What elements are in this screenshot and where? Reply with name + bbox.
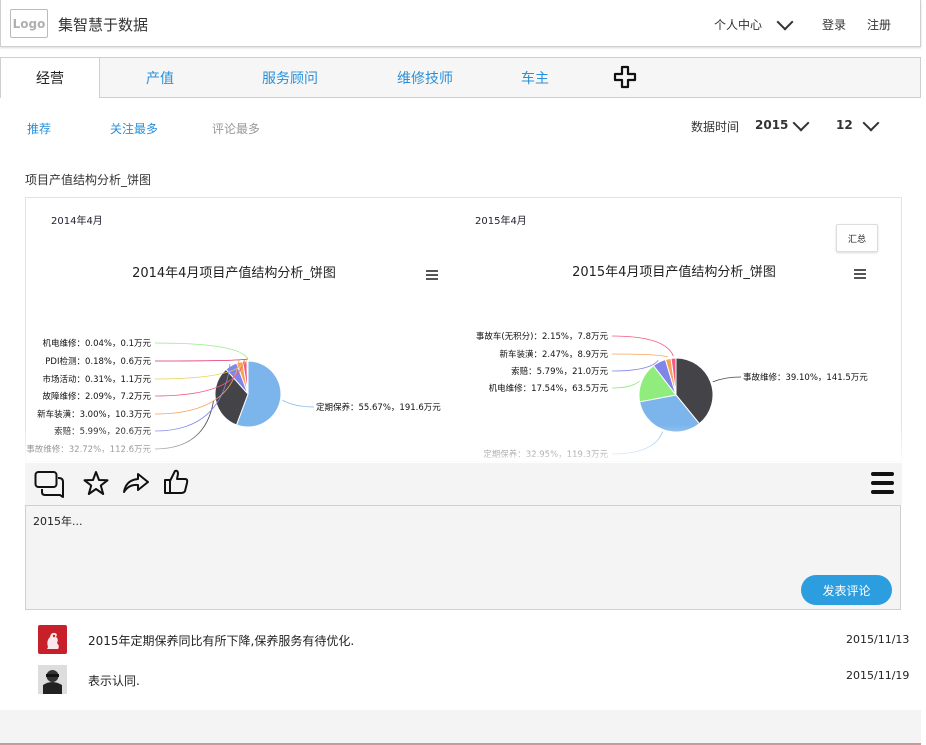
chart-card: 2014年4月 2014年4月项目产值结构分析_饼图定期保养：55.67%，191… xyxy=(25,197,902,462)
pie-connector xyxy=(611,353,668,358)
plus-icon[interactable] xyxy=(613,65,637,89)
login-link[interactable]: 登录 xyxy=(822,16,846,33)
pie-connector xyxy=(282,399,315,408)
tab-technician[interactable]: 维修技师 xyxy=(380,58,470,98)
filter-recommend[interactable]: 推荐 xyxy=(27,120,51,137)
comment-text: 表示认同. xyxy=(88,674,140,688)
chart-menu-icon[interactable] xyxy=(426,270,438,280)
pie-data-label: 事故车(无积分)：2.15%，7.8万元 xyxy=(476,331,609,342)
comment-input[interactable]: 2015年... xyxy=(25,505,901,610)
action-bar xyxy=(25,463,902,505)
filter-most-commented[interactable]: 评论最多 xyxy=(212,120,260,137)
pie-connector xyxy=(154,342,249,360)
tab-service-advisor[interactable]: 服务顾问 xyxy=(245,58,335,98)
filter-most-followed[interactable]: 关注最多 xyxy=(110,120,158,137)
chart-period-label: 2015年4月 xyxy=(475,214,527,227)
pie-data-label: 机电维修：0.04%，0.1万元 xyxy=(42,338,151,349)
chevron-down-icon[interactable] xyxy=(792,114,810,132)
comment-date: 2015/11/13 xyxy=(846,633,910,646)
pie-data-label: 定期保养：55.67%，191.6万元 xyxy=(316,402,441,413)
pie-data-label: 新车装潢：3.00%，10.3万元 xyxy=(37,409,151,420)
post-comment-button[interactable]: 发表评论 xyxy=(801,575,892,605)
chart-fade xyxy=(25,425,902,467)
chevron-down-icon[interactable] xyxy=(862,114,880,132)
tab-car-owner[interactable]: 车主 xyxy=(505,58,565,98)
chart-period-label: 2014年4月 xyxy=(51,214,103,227)
comment-date: 2015/11/19 xyxy=(846,669,910,682)
pie-connector xyxy=(611,380,640,389)
comment-draft-text: 2015年... xyxy=(33,515,83,528)
chart-title: 2015年4月项目产值结构分析_饼图 xyxy=(572,264,776,280)
star-icon[interactable] xyxy=(83,470,109,500)
summary-button[interactable]: 汇总 xyxy=(836,224,878,252)
user-center-link[interactable]: 个人中心 xyxy=(714,16,762,33)
pie-data-label: 事故维修：39.10%，141.5万元 xyxy=(743,372,868,383)
pie-chart-1: 2014年4月 2014年4月项目产值结构分析_饼图定期保养：55.67%，191… xyxy=(26,214,441,455)
pie-connector xyxy=(154,358,248,362)
menu-icon[interactable] xyxy=(870,470,895,500)
comment-text: 2015年定期保养同比有所下降,保养服务有待优化. xyxy=(88,634,355,648)
avatar xyxy=(38,665,67,694)
avatar xyxy=(38,625,67,654)
pie-data-label: 市场活动：0.31%，1.1万元 xyxy=(42,374,151,385)
site-title: 集智慧于数据 xyxy=(58,16,149,34)
pie-chart-2: 2015年4月 2015年4月项目产值结构分析_饼图事故维修：39.10%，141… xyxy=(475,214,868,460)
register-link[interactable]: 注册 xyxy=(867,16,891,33)
pie-connector xyxy=(611,335,674,357)
pie-connector xyxy=(712,376,742,383)
footer-strip xyxy=(0,710,921,745)
pie-data-label: 新车装潢：2.47%，8.9万元 xyxy=(499,349,608,360)
month-select[interactable]: 12 xyxy=(836,118,853,132)
pie-data-label: 故障维修：2.09%，7.2万元 xyxy=(42,391,151,402)
pie-data-label: 索赔：5.79%，21.0万元 xyxy=(511,366,608,377)
chart-title: 2014年4月项目产值结构分析_饼图 xyxy=(132,265,336,281)
chart-menu-icon[interactable] xyxy=(854,269,866,279)
thumbs-up-icon[interactable] xyxy=(163,468,189,500)
comment-icon[interactable] xyxy=(34,470,66,502)
date-label: 数据时间 xyxy=(691,120,740,134)
pie-charts: 2014年4月 2014年4月项目产值结构分析_饼图定期保养：55.67%，191… xyxy=(26,214,868,460)
tab-output-value[interactable]: 产值 xyxy=(122,58,198,98)
tab-bar: 经营 产值 服务顾问 维修技师 车主 xyxy=(0,57,921,98)
year-select[interactable]: 2015 xyxy=(755,118,788,132)
logo[interactable]: Logo xyxy=(10,9,48,38)
tab-operations[interactable]: 经营 xyxy=(0,57,100,98)
share-icon[interactable] xyxy=(122,471,150,499)
pie-data-label: PDI检测：0.18%，0.6万元 xyxy=(45,356,151,367)
pie-data-label: 机电维修：17.54%，63.5万元 xyxy=(489,383,609,394)
section-title: 项目产值结构分析_饼图 xyxy=(25,173,152,187)
